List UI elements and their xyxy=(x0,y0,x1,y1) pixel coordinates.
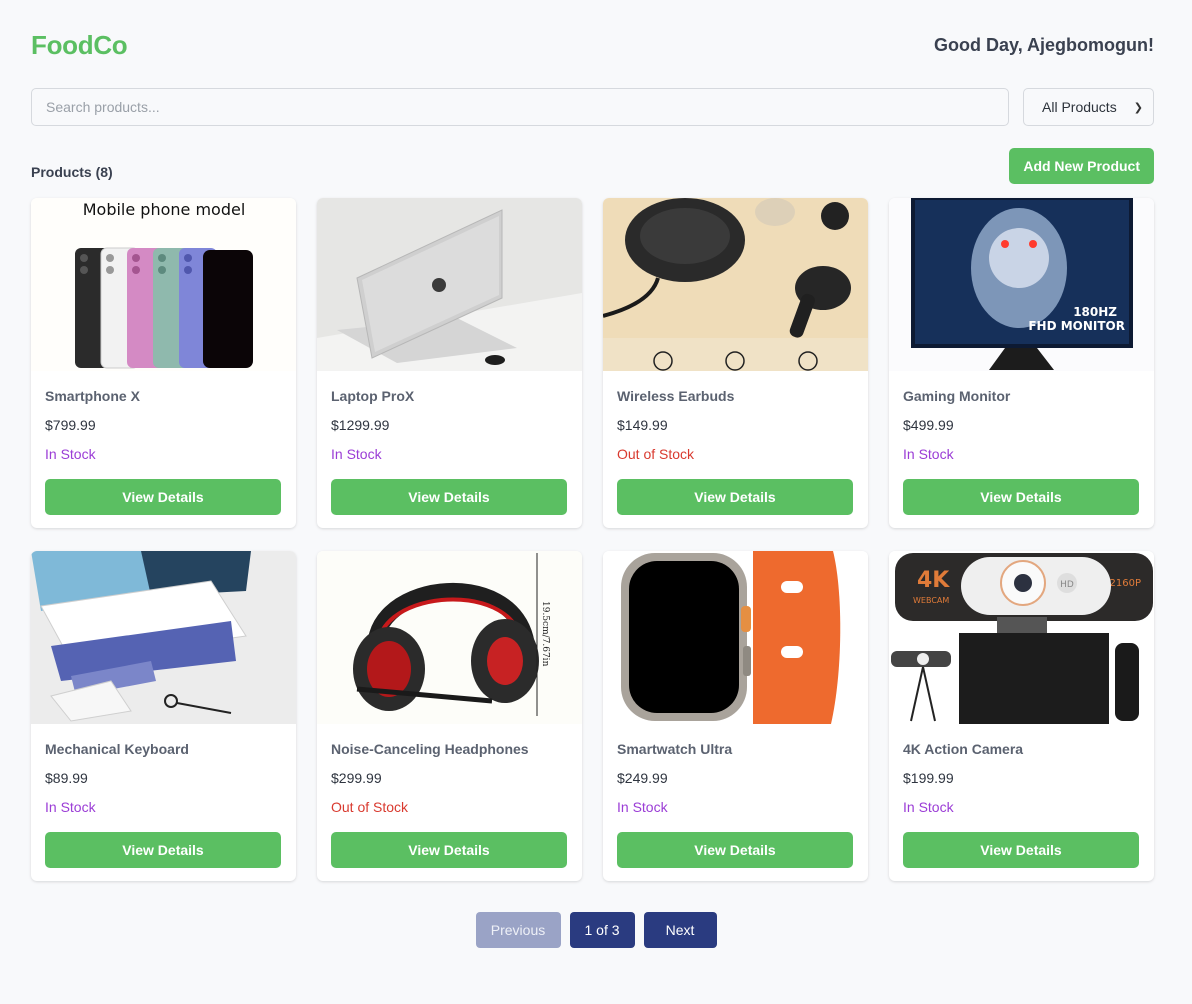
current-page-indicator: 1 of 3 xyxy=(569,912,635,948)
image-caption: 4K xyxy=(917,568,950,593)
product-name: Smartwatch Ultra xyxy=(617,741,733,757)
product-card: Wireless Earbuds $149.99 Out of Stock Vi… xyxy=(603,198,868,528)
product-card: 19.5cm/7.67in Noise-Canceling Headphones… xyxy=(317,551,582,881)
product-name: Laptop ProX xyxy=(331,388,415,404)
product-image-smartphone[interactable]: Mobile phone model xyxy=(31,198,296,371)
product-image-smartwatch[interactable] xyxy=(603,551,868,724)
header: FoodCo Good Day, Ajegbomogun! xyxy=(31,28,1154,62)
greeting-text: Good Day, Ajegbomogun! xyxy=(934,34,1154,55)
view-details-button[interactable]: View Details xyxy=(617,832,853,868)
stock-status: In Stock xyxy=(45,446,96,462)
product-card: Mobile phone model Smartphone X $799.99 … xyxy=(31,198,296,528)
product-price: $499.99 xyxy=(903,417,954,433)
stock-status: In Stock xyxy=(903,446,954,462)
chevron-down-icon: ❯ xyxy=(1133,101,1143,114)
product-price: $299.99 xyxy=(331,770,382,786)
product-price: $149.99 xyxy=(617,417,668,433)
product-name: Mechanical Keyboard xyxy=(45,741,189,757)
image-sub: WEBCAM xyxy=(913,596,949,605)
view-details-button[interactable]: View Details xyxy=(331,832,567,868)
product-image-headphones[interactable]: 19.5cm/7.67in xyxy=(317,551,582,724)
product-grid: Mobile phone model Smartphone X $799.99 … xyxy=(31,198,1154,881)
view-details-button[interactable]: View Details xyxy=(903,479,1139,515)
image-caption: 19.5cm/7.67in xyxy=(540,601,550,667)
product-image-camera[interactable]: 4K WEBCAM HD 2160P HD xyxy=(889,551,1154,724)
view-details-button[interactable]: View Details xyxy=(331,479,567,515)
view-details-button[interactable]: View Details xyxy=(903,832,1139,868)
product-price: $249.99 xyxy=(617,770,668,786)
image-hd: HD xyxy=(1060,580,1074,590)
product-name: Smartphone X xyxy=(45,388,140,404)
product-price: $799.99 xyxy=(45,417,96,433)
product-image-earbuds[interactable] xyxy=(603,198,868,371)
stock-status: In Stock xyxy=(903,799,954,815)
search-row: Search products... All Products ❯ xyxy=(31,88,1154,126)
product-price: $1299.99 xyxy=(331,417,390,433)
search-input[interactable]: Search products... xyxy=(31,88,1009,126)
stock-status: In Stock xyxy=(331,446,382,462)
category-filter-select[interactable]: All Products ❯ xyxy=(1023,88,1154,126)
product-name: Noise-Canceling Headphones xyxy=(331,741,529,757)
product-name: 4K Action Camera xyxy=(903,741,1024,757)
product-card: Mechanical Keyboard $89.99 In Stock View… xyxy=(31,551,296,881)
image-badge: 180HZ xyxy=(1073,305,1117,319)
view-details-button[interactable]: View Details xyxy=(45,832,281,868)
product-price: $199.99 xyxy=(903,770,954,786)
view-details-button[interactable]: View Details xyxy=(45,479,281,515)
stock-status: In Stock xyxy=(617,799,668,815)
product-image-keyboard[interactable] xyxy=(31,551,296,724)
stock-status: Out of Stock xyxy=(331,799,409,815)
products-toolbar: Products (8) Add New Product xyxy=(31,148,1154,184)
next-page-button[interactable]: Next xyxy=(643,912,717,948)
product-card: Smartwatch Ultra $249.99 In Stock View D… xyxy=(603,551,868,881)
product-name: Wireless Earbuds xyxy=(617,388,735,404)
product-card: Laptop ProX $1299.99 In Stock View Detai… xyxy=(317,198,582,528)
previous-page-button[interactable]: Previous xyxy=(475,912,561,948)
view-details-button[interactable]: View Details xyxy=(617,479,853,515)
stock-status: Out of Stock xyxy=(617,446,695,462)
product-card: 180HZ FHD MONITOR Gaming Monitor $499.99… xyxy=(889,198,1154,528)
product-image-laptop[interactable] xyxy=(317,198,582,371)
product-name: Gaming Monitor xyxy=(903,388,1011,404)
product-price: $89.99 xyxy=(45,770,88,786)
stock-status: In Stock xyxy=(45,799,96,815)
brand-logo[interactable]: FoodCo xyxy=(31,30,128,61)
pagination: Previous 1 of 3 Next xyxy=(0,912,1192,948)
image-caption: FHD MONITOR xyxy=(1028,319,1125,333)
product-card: 4K WEBCAM HD 2160P HD 4K Action Camera $… xyxy=(889,551,1154,881)
product-image-monitor[interactable]: 180HZ FHD MONITOR xyxy=(889,198,1154,371)
add-new-product-button[interactable]: Add New Product xyxy=(1009,148,1154,184)
image-caption: Mobile phone model xyxy=(83,200,246,219)
filter-selected-label: All Products xyxy=(1042,99,1117,115)
products-count: Products (8) xyxy=(31,164,113,180)
